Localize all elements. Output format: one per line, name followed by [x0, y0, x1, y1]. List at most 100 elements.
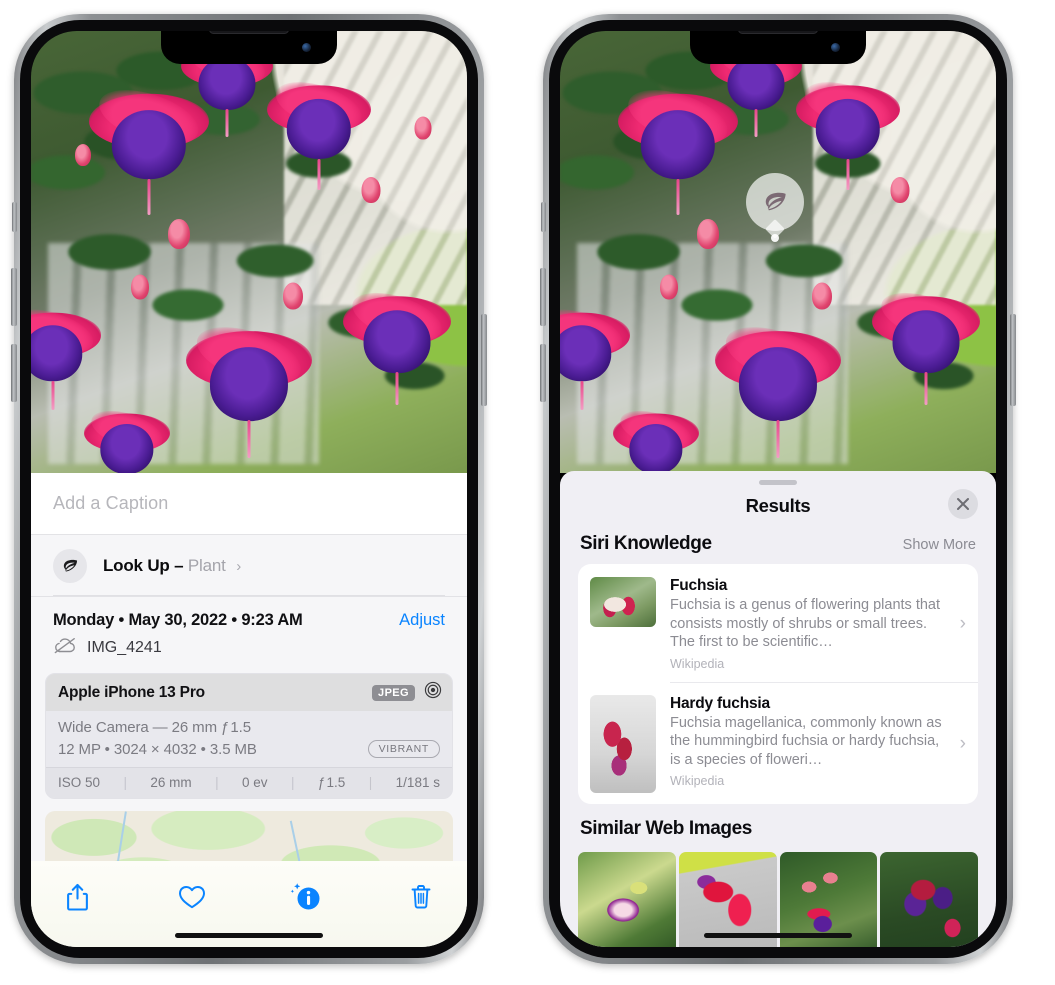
volume-down-button-left[interactable] — [11, 344, 17, 402]
fuchsia-bud — [282, 282, 303, 310]
fuchsia-bud — [75, 143, 92, 166]
volume-down-button-right[interactable] — [540, 344, 546, 402]
front-camera-icon — [831, 43, 840, 52]
look-up-row[interactable]: ✦ ✦ Look Up – Plant › — [31, 527, 467, 597]
camera-card-body: Wide Camera — 26 mm ƒ 1.5 12 MP • 3024 ×… — [46, 711, 452, 767]
divider: | — [368, 775, 373, 790]
photo-filename: IMG_4241 — [87, 639, 162, 656]
screen-right: Results Siri Knowledge Show More Fuchsia… — [560, 31, 996, 947]
side-power-button-right[interactable] — [1010, 314, 1016, 406]
exif-ev: 0 ev — [242, 775, 268, 790]
look-up-dash: – — [174, 555, 184, 575]
camera-detail-row: 12 MP • 3024 × 4032 • 3.5 MB VIBRANT — [58, 740, 440, 758]
display-notch-left — [161, 31, 337, 64]
fuchsia-bud — [168, 219, 191, 250]
earpiece-speaker — [738, 31, 818, 34]
knowledge-source: Wikipedia — [670, 656, 725, 671]
section-title-similar-web-images: Similar Web Images — [580, 817, 752, 839]
knowledge-title: Hardy fuchsia — [670, 694, 770, 712]
fuchsia-bud — [811, 282, 832, 310]
exif-shutter: 1/181 s — [395, 775, 440, 790]
photo-hero-right[interactable] — [560, 31, 996, 473]
iphone-left-photos-info: Add a Caption ✦ ✦ Look Up – Plant › — [11, 14, 487, 964]
metadata-file-row: IMG_4241 — [53, 637, 445, 659]
fuchsia-bud — [361, 177, 381, 204]
fuchsia-bloom — [186, 304, 312, 458]
close-button[interactable] — [948, 489, 978, 519]
fuchsia-bloom — [83, 395, 170, 473]
fuchsia-bud — [131, 274, 149, 300]
fuchsia-bloom — [612, 395, 699, 473]
look-up-title: Look Up — [103, 555, 170, 575]
results-sheet: Results Siri Knowledge Show More Fuchsia… — [560, 471, 996, 947]
chevron-right-icon: › — [959, 612, 966, 634]
knowledge-source: Wikipedia — [670, 774, 725, 789]
photo-hero-left[interactable] — [31, 31, 467, 473]
adjust-button[interactable]: Adjust — [399, 611, 445, 630]
chevron-right-icon: › — [959, 732, 966, 754]
divider — [53, 595, 445, 596]
mute-switch-right[interactable] — [541, 202, 546, 232]
fuchsia-bloom — [31, 292, 101, 410]
look-up-subject: Plant — [187, 555, 226, 575]
volume-up-button-right[interactable] — [540, 268, 546, 326]
chevron-right-icon: › — [236, 557, 241, 575]
screen-left: Add a Caption ✦ ✦ Look Up – Plant › — [31, 31, 467, 947]
sparkle-icon: ✦ — [31, 527, 32, 542]
fuchsia-bloom — [560, 292, 630, 410]
photo-info-panel: Add a Caption ✦ ✦ Look Up – Plant › — [31, 473, 467, 947]
fuchsia-bloom — [795, 63, 900, 190]
leaf-icon — [53, 548, 87, 583]
visual-lookup-badge[interactable] — [746, 173, 804, 239]
web-image-1[interactable] — [578, 851, 676, 947]
mute-switch-left[interactable] — [12, 202, 17, 232]
look-up-label: Look Up – Plant › — [103, 556, 241, 576]
iphone-right-visual-lookup-results: Results Siri Knowledge Show More Fuchsia… — [540, 14, 1016, 964]
siri-knowledge-header: Siri Knowledge Show More — [560, 527, 996, 564]
camera-lens-line: Wide Camera — 26 mm ƒ 1.5 — [58, 719, 251, 736]
fuchsia-bud — [890, 177, 910, 204]
fuchsia-bloom — [343, 273, 452, 405]
fuchsia-bloom — [266, 63, 371, 190]
volume-up-button-left[interactable] — [11, 268, 17, 326]
exif-iso: ISO 50 — [58, 775, 101, 790]
section-title-siri-knowledge: Siri Knowledge — [580, 533, 712, 554]
exif-focal: 26 mm — [150, 775, 192, 790]
caption-input-row[interactable]: Add a Caption — [31, 473, 467, 535]
camera-detail-line: 12 MP • 3024 × 4032 • 3.5 MB — [58, 740, 257, 758]
exif-aperture: ƒ 1.5 — [317, 775, 346, 790]
divider: | — [215, 775, 219, 790]
style-badge: VIBRANT — [367, 740, 440, 758]
knowledge-text: Fuchsia Fuchsia is a genus of flowering … — [656, 577, 958, 671]
divider: | — [123, 775, 127, 790]
photo-datetime: Monday • May 30, 2022 • 9:23 AM — [53, 611, 303, 629]
knowledge-description: Fuchsia magellanica, commonly known as t… — [670, 714, 942, 768]
display-notch-right — [690, 31, 866, 64]
camera-card-header: Apple iPhone 13 Pro JPEG — [46, 674, 452, 711]
home-indicator-left[interactable] — [175, 933, 323, 938]
photo-metadata: Monday • May 30, 2022 • 9:23 AM Adjust I… — [31, 597, 467, 659]
sheet-title: Results — [745, 495, 811, 516]
knowledge-thumbnail — [590, 694, 656, 793]
fuchsia-bloom — [872, 273, 981, 405]
knowledge-row[interactable]: Hardy fuchsia Fuchsia magellanica, commo… — [578, 681, 978, 804]
favorite-button[interactable] — [172, 877, 212, 917]
show-more-button[interactable]: Show More — [903, 537, 976, 553]
sheet-header: Results — [560, 485, 996, 527]
aperture-icon — [424, 681, 442, 704]
knowledge-row[interactable]: Fuchsia Fuchsia is a genus of flowering … — [578, 564, 978, 682]
fuchsia-bud — [414, 116, 432, 140]
share-button[interactable] — [57, 877, 97, 917]
info-button[interactable] — [286, 877, 326, 917]
knowledge-title: Fuchsia — [670, 577, 728, 594]
camera-info-card: Apple iPhone 13 Pro JPEG Wide Camera — 2… — [45, 673, 453, 799]
side-power-button-left[interactable] — [481, 314, 487, 406]
fuchsia-bud — [660, 274, 678, 300]
caption-placeholder: Add a Caption — [53, 493, 169, 513]
delete-button[interactable] — [401, 877, 441, 917]
metadata-date-row: Monday • May 30, 2022 • 9:23 AM Adjust — [53, 611, 445, 630]
exif-row: ISO 50 | 26 mm | 0 ev | ƒ 1.5 | 1/181 s — [46, 767, 452, 798]
web-image-4[interactable] — [880, 851, 978, 947]
home-indicator-right[interactable] — [704, 933, 852, 938]
camera-model: Apple iPhone 13 Pro — [58, 683, 205, 701]
